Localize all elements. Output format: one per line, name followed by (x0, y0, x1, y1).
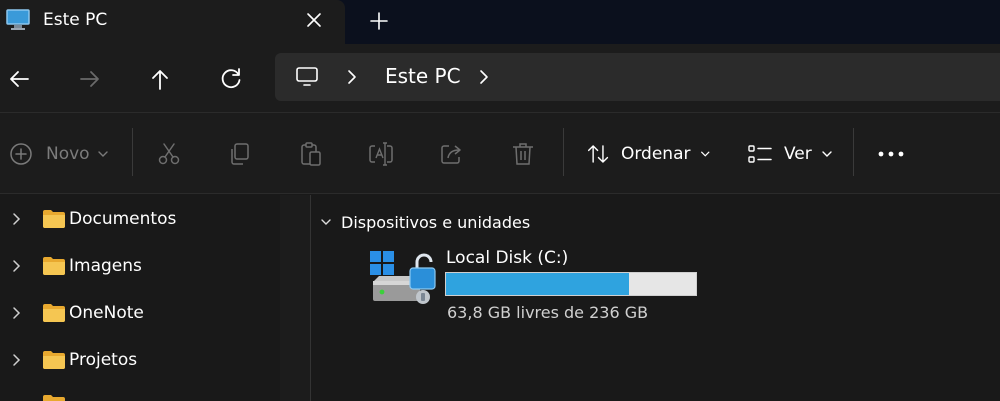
sidebar-item-label: Documentos (69, 209, 177, 229)
close-tab-button[interactable] (300, 6, 328, 34)
paste-button[interactable] (297, 134, 329, 174)
tab-title: Este PC (43, 10, 108, 30)
new-button-label: Novo (46, 144, 90, 164)
monitor-icon (6, 9, 30, 35)
sort-button-label: Ordenar (620, 144, 691, 164)
delete-icon (513, 143, 533, 165)
refresh-button[interactable] (215, 63, 247, 95)
arrow-up-icon (152, 70, 168, 90)
separator (853, 128, 854, 176)
arrow-left-icon (10, 71, 29, 87)
copy-button[interactable] (226, 134, 258, 174)
chevron-right-icon[interactable] (11, 352, 23, 368)
view-button[interactable]: Ver (746, 134, 836, 174)
drive-usage-fill (446, 273, 629, 295)
address-bar[interactable] (275, 53, 1000, 101)
new-button[interactable]: Novo (8, 134, 112, 174)
breadcrumb-item-este-pc[interactable]: Este PC (385, 64, 461, 88)
command-bar (0, 112, 1000, 194)
chevron-right-icon[interactable] (11, 211, 23, 227)
chevron-right-icon[interactable] (477, 68, 491, 90)
folder-icon (43, 304, 65, 322)
folder-icon (43, 257, 65, 275)
bitlocker-unlocked-drive-icon (370, 249, 440, 311)
copy-icon (231, 143, 249, 165)
sort-button[interactable]: Ordenar (586, 134, 711, 174)
chevron-right-icon[interactable] (11, 258, 23, 274)
chevron-down-icon (700, 151, 709, 157)
share-icon (441, 145, 461, 164)
arrow-right-icon (80, 71, 99, 87)
group-header-devices[interactable]: Dispositivos e unidades (318, 208, 530, 236)
folder-icon (43, 351, 65, 369)
tab-este-pc[interactable]: Este PC (0, 0, 345, 44)
drive-name: Local Disk (C:) (446, 248, 569, 268)
sidebar-item-label: Projetos (69, 350, 138, 370)
up-button[interactable] (144, 63, 176, 95)
chevron-down-icon (321, 219, 331, 225)
chevron-down-icon (822, 151, 832, 157)
more-button[interactable] (874, 134, 908, 174)
drive-usage-bar (445, 272, 697, 296)
paste-icon (301, 142, 321, 166)
separator (132, 128, 133, 176)
folder-icon (43, 210, 65, 228)
cut-icon (158, 143, 180, 165)
plus-circle-icon (10, 143, 32, 165)
group-header-label: Dispositivos e unidades (341, 212, 531, 232)
back-button[interactable] (3, 63, 35, 95)
more-icon (878, 151, 904, 157)
cut-button[interactable] (155, 134, 187, 174)
delete-button[interactable] (509, 134, 541, 174)
sidebar-item-label: OneNote (69, 303, 144, 323)
sort-icon (587, 145, 609, 163)
chevron-right-icon[interactable] (345, 68, 359, 90)
forward-button[interactable] (74, 63, 106, 95)
plus-icon (370, 12, 388, 30)
view-icon (748, 145, 772, 163)
drive-free-space: 63,8 GB livres de 236 GB (447, 303, 649, 322)
chevron-right-icon[interactable] (11, 305, 23, 321)
sidebar-item-onenote[interactable]: OneNote (0, 293, 280, 333)
rename-button[interactable] (367, 134, 399, 174)
sidebar-item-label: Imagens (69, 256, 142, 276)
rename-icon (369, 142, 393, 166)
separator (563, 128, 564, 176)
new-tab-button[interactable] (364, 6, 394, 36)
monitor-icon (295, 65, 319, 93)
sidebar-item-projetos[interactable]: Projetos (0, 340, 280, 380)
chevron-down-icon (97, 151, 108, 157)
share-button[interactable] (438, 134, 470, 174)
pane-splitter[interactable] (280, 195, 311, 401)
folder-icon (42, 394, 66, 401)
close-icon (307, 13, 321, 27)
sidebar-item-imagens[interactable]: Imagens (0, 246, 280, 286)
view-button-label: Ver (784, 144, 812, 164)
sidebar-item-documentos[interactable]: Documentos (0, 199, 280, 239)
refresh-icon (221, 68, 241, 89)
